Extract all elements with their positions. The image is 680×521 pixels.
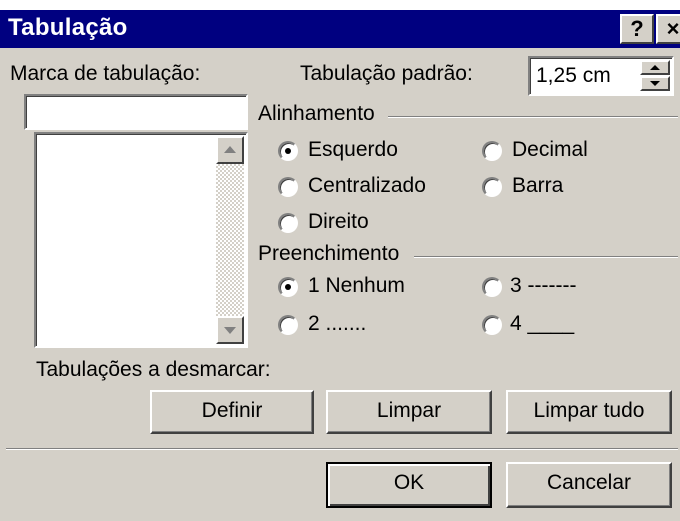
alignment-heading: Alinhamento	[258, 102, 375, 125]
cancel-button-label: Cancelar	[546, 471, 632, 494]
align-right-label: Direito	[308, 210, 369, 233]
leader-underline-radio[interactable]	[482, 315, 502, 335]
window-top-edge	[0, 0, 680, 10]
help-button[interactable]: ?	[620, 14, 654, 44]
scroll-down-arrow-icon	[224, 327, 236, 334]
scroll-up-arrow-icon	[224, 146, 236, 153]
clear-list-label: Tabulações a desmarcar:	[36, 358, 271, 381]
clear-button-label: Limpar	[376, 399, 442, 422]
leader-underline-label: 4 ____	[510, 312, 575, 335]
close-button[interactable]: ×	[656, 14, 680, 44]
align-left-radio[interactable]	[278, 141, 298, 161]
spin-up-icon	[650, 65, 660, 70]
scroll-up-button[interactable]	[216, 136, 244, 164]
ok-button[interactable]: OK	[326, 462, 492, 508]
align-bar-radio[interactable]	[482, 177, 502, 197]
dialog-title: Tabulação	[8, 14, 128, 41]
default-tab-spin-up[interactable]	[640, 60, 670, 75]
leader-dashes-radio[interactable]	[482, 277, 502, 297]
align-center-label: Centralizado	[308, 174, 426, 197]
default-tab-spin-down[interactable]	[640, 76, 670, 91]
leader-none-label: 1 Nenhum	[308, 274, 405, 297]
align-decimal-radio[interactable]	[482, 141, 502, 161]
tab-stop-label: Marca de tabulação:	[10, 62, 201, 85]
align-bar-label: Barra	[512, 174, 564, 197]
align-decimal-label: Decimal	[512, 138, 588, 161]
tab-stop-list[interactable]	[34, 132, 248, 348]
tabs-dialog: Tabulação ? × Marca de tabulação: Tabula…	[0, 10, 680, 521]
leader-dots-label: 2 .......	[308, 312, 367, 335]
radio-selected-dot	[285, 284, 291, 290]
set-button[interactable]: Definir	[150, 390, 314, 434]
spin-down-icon	[650, 81, 660, 86]
align-left-label: Esquerdo	[308, 138, 398, 161]
help-icon: ?	[630, 16, 644, 41]
tab-stop-list-scrollbar[interactable]	[216, 136, 244, 344]
clear-button[interactable]: Limpar	[326, 390, 492, 434]
default-tab-input[interactable]: 1,25 cm	[528, 56, 674, 96]
leader-dashes-label: 3 -------	[510, 274, 577, 297]
leader-dots-radio[interactable]	[278, 315, 298, 335]
title-bar: Tabulação ? ×	[0, 10, 680, 48]
cancel-button[interactable]: Cancelar	[506, 462, 672, 508]
footer-separator	[6, 448, 678, 450]
scroll-down-button[interactable]	[216, 316, 244, 344]
leader-separator	[414, 256, 678, 258]
set-button-label: Definir	[201, 399, 263, 422]
default-tab-value: 1,25 cm	[536, 64, 611, 87]
clear-all-button-label: Limpar tudo	[533, 399, 645, 422]
ok-button-label: OK	[393, 471, 425, 494]
tab-stop-input[interactable]	[24, 94, 248, 130]
clear-all-button[interactable]: Limpar tudo	[506, 390, 672, 434]
close-icon: ×	[666, 16, 680, 41]
leader-none-radio[interactable]	[278, 277, 298, 297]
leader-heading: Preenchimento	[258, 242, 400, 265]
align-center-radio[interactable]	[278, 177, 298, 197]
align-right-radio[interactable]	[278, 213, 298, 233]
radio-selected-dot	[285, 148, 291, 154]
alignment-separator	[388, 116, 678, 118]
default-tab-label: Tabulação padrão:	[300, 62, 473, 85]
